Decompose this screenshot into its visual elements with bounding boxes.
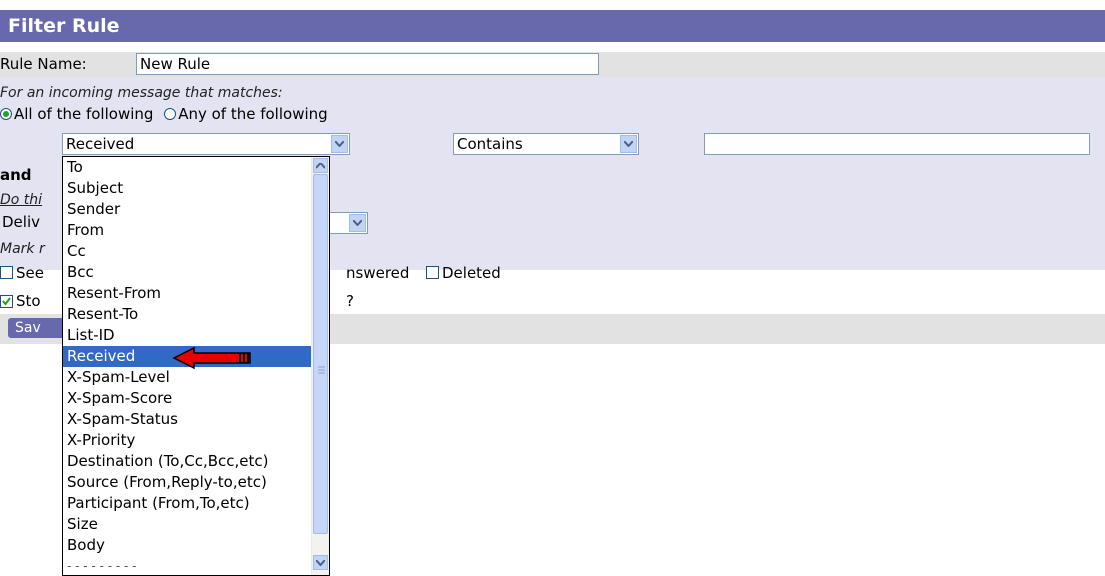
chevron-down-icon[interactable] <box>620 135 637 153</box>
stop-label: Sto <box>16 292 41 310</box>
scroll-down-button[interactable] <box>313 555 328 570</box>
dropdown-option[interactable]: List-ID <box>63 325 325 346</box>
dropdown-option[interactable]: Bcc <box>63 262 325 283</box>
annotation-arrow-icon <box>172 346 251 370</box>
mark-prompt: Mark r <box>0 241 45 257</box>
rule-name-input[interactable] <box>136 53 599 75</box>
condition-value-input[interactable] <box>704 133 1090 155</box>
dropdown-option[interactable]: Size <box>63 514 325 535</box>
dropdown-option[interactable]: X-Spam-Score <box>63 388 325 409</box>
stop-checkbox[interactable] <box>0 295 13 308</box>
save-button[interactable]: Sav <box>8 318 68 338</box>
seen-label: See <box>16 264 44 282</box>
dropdown-option[interactable]: Participant (From,To,etc) <box>63 493 325 514</box>
rule-name-label: Rule Name: <box>0 55 87 73</box>
dropdown-option[interactable]: Destination (To,Cc,Bcc,etc) <box>63 451 325 472</box>
action-select-text: Deliv <box>2 213 40 231</box>
deleted-checkbox[interactable] <box>426 266 439 279</box>
scroll-up-button[interactable] <box>313 158 328 173</box>
match-all-label: All of the following <box>14 105 154 123</box>
dropdown-option[interactable]: Resent-From <box>63 283 325 304</box>
action-select[interactable] <box>330 212 368 234</box>
grip-icon <box>318 366 325 374</box>
dropdown-option[interactable]: Cc <box>63 241 325 262</box>
dropdown-option[interactable]: X-Spam-Level <box>63 367 325 388</box>
dropdown-option[interactable]: To <box>63 157 325 178</box>
dropdown-option[interactable]: From <box>63 220 325 241</box>
match-any-radio[interactable] <box>164 108 177 120</box>
condition-field-value: Received <box>66 135 135 153</box>
chevron-down-icon[interactable] <box>331 135 348 153</box>
dropdown-option[interactable]: - - - - - - - - - <box>63 556 325 575</box>
match-radio-group: All of the following Any of the followin… <box>0 105 328 123</box>
dropdown-option[interactable]: X-Priority <box>63 430 325 451</box>
deleted-label: Deleted <box>442 264 501 282</box>
condition-field-select[interactable]: Received <box>62 133 350 155</box>
page-title: Filter Rule <box>0 10 1105 42</box>
condition-operator-value: Contains <box>457 135 523 153</box>
dropdown-option[interactable]: Body <box>63 535 325 556</box>
answered-label: nswered <box>346 264 410 282</box>
chevron-down-icon[interactable] <box>349 214 366 232</box>
dropdown-option[interactable]: Sender <box>63 199 325 220</box>
action-prompt: Do thi <box>0 192 43 208</box>
dropdown-option[interactable]: Source (From,Reply-to,etc) <box>63 472 325 493</box>
match-prompt: For an incoming message that matches: <box>0 85 283 101</box>
dropdown-option[interactable]: X-Spam-Status <box>63 409 325 430</box>
seen-checkbox[interactable] <box>0 266 13 279</box>
stop-question-mark: ? <box>346 292 354 310</box>
dropdown-option[interactable]: Resent-To <box>63 304 325 325</box>
checkmark-icon <box>2 297 11 306</box>
condition-operator-select[interactable]: Contains <box>453 133 639 155</box>
and-label: and <box>0 166 32 184</box>
match-all-radio[interactable] <box>0 108 12 120</box>
scrollbar-thumb[interactable] <box>313 174 328 534</box>
dropdown-option[interactable]: Subject <box>63 178 325 199</box>
match-any-label: Any of the following <box>178 105 328 123</box>
dropdown-scrollbar[interactable] <box>311 157 329 575</box>
